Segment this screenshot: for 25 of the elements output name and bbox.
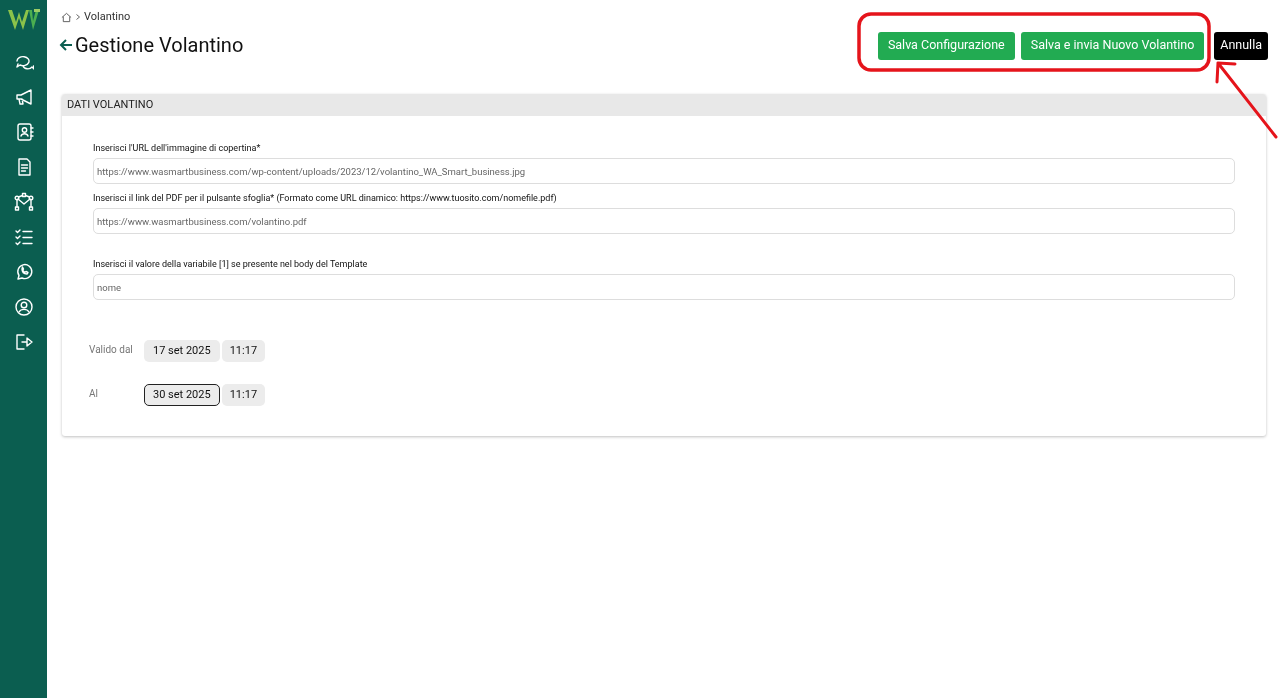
panel-header: DATI VOLANTINO (62, 93, 1266, 116)
logo-icon (6, 8, 41, 32)
user-circle-icon[interactable] (13, 297, 34, 317)
breadcrumb-link[interactable]: Volantino (84, 9, 131, 26)
back-arrow-icon[interactable] (59, 37, 73, 52)
date-label: Valido dal (89, 343, 134, 357)
date-picker[interactable]: 30 set 2025 (144, 384, 220, 406)
chevron-right-icon (76, 14, 80, 21)
checklist-icon[interactable] (13, 227, 34, 247)
time-picker[interactable]: 11:17 (221, 384, 266, 406)
input-field[interactable]: nome (93, 274, 1235, 300)
flow-nodes-icon[interactable] (13, 192, 34, 212)
input-field[interactable]: https://www.wasmartbusiness.com/wp-content/uploads/2023/12/volantino_WA_Smart_business.jpg (93, 158, 1235, 184)
home-icon[interactable] (61, 11, 72, 23)
field-label: Inserisci il link del PDF per il pulsante sfoglia* (Formato come URL dinamico: https://www.tuosito.com/nomefile.pdf) (93, 192, 558, 205)
field-label: Inserisci l'URL dell'immagine di copertina* (93, 142, 262, 155)
page-title: Gestione Volantino (75, 31, 244, 59)
input-field[interactable]: https://www.wasmartbusiness.com/volantino.pdf (93, 208, 1235, 234)
field-label: Inserisci il valore della variabile [1] se presente nel body del Template (93, 258, 369, 271)
megaphone-icon[interactable] (13, 87, 34, 107)
cancel-button[interactable]: Annulla (1214, 31, 1268, 60)
date-label: Al (89, 387, 99, 401)
logout-icon[interactable] (13, 332, 34, 352)
date-picker[interactable]: 17 set 2025 (144, 340, 220, 362)
time-picker[interactable]: 11:17 (221, 340, 266, 362)
